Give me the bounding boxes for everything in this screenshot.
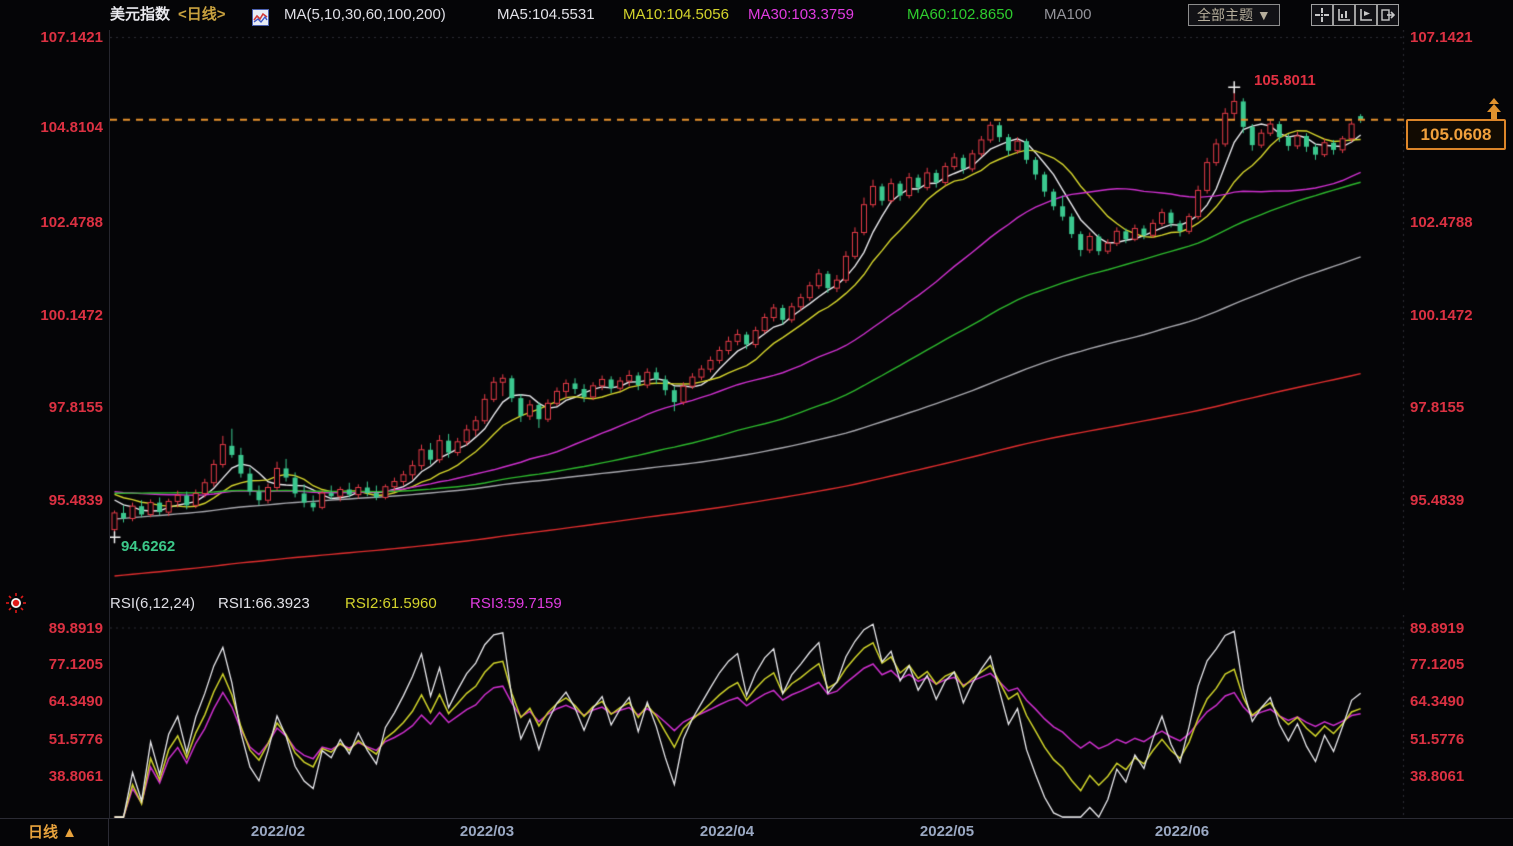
rsi-params-label: RSI(6,12,24) [110,595,196,612]
ma10-value-label: MA10:104.5056 [623,6,729,23]
chart-header: 美元指数 <日线> MA(5,10,30,60,100,200) MA5:104… [0,0,1513,30]
x-axis-month-label: 2022/06 [1154,823,1210,840]
y-axis-tick: 100.1472 [40,307,103,324]
y-axis-tick-right: 102.4788 [1410,214,1473,231]
rsi-axis-tick: 89.8919 [48,620,103,637]
time-axis-bar: 日线 ▲ 2022/02 2022/03 2022/04 2022/05 202… [0,818,1513,846]
rsi-axis-tick-right: 64.3490 [1410,693,1465,710]
rsi1-value-label: RSI1:66.3923 [218,595,310,612]
x-axis-month-label: 2022/02 [250,823,306,840]
ma5-value-label: MA5:104.5531 [497,6,595,23]
y-axis-tick: 97.8155 [48,399,103,416]
rsi-axis-tick: 51.5776 [48,731,103,748]
tab-daily-period[interactable]: 日线 ▲ [0,819,109,846]
low-price-annotation: 94.6262 [121,538,176,555]
rsi-axis-tick: 64.3490 [48,693,103,710]
rsi-axis-tick: 38.8061 [48,768,103,785]
alert-indicator-icon[interactable] [5,592,27,621]
rsi-axis-tick-right: 89.8919 [1410,620,1465,637]
x-axis-month-label: 2022/03 [459,823,515,840]
main-chart-canvas[interactable] [110,30,1405,592]
high-price-annotation: 105.8011 [1254,72,1316,89]
y-axis-tick-right: 97.8155 [1410,399,1465,416]
y-axis-tick-right: 95.4839 [1410,492,1465,509]
rsi-chart-canvas[interactable] [110,615,1405,818]
y-axis-tick: 95.4839 [48,492,103,509]
y-axis-tick-right: 100.1472 [1410,307,1473,324]
rsi-pane-header: RSI(6,12,24) RSI1:66.3923 RSI2:61.5960 R… [0,592,1513,615]
axis-scale-button[interactable] [1333,4,1355,26]
period-tag: <日线> [178,6,226,23]
export-panel-button[interactable] [1377,4,1399,26]
rsi3-value-label: RSI3:59.7159 [470,595,562,612]
ma60-value-label: MA60:102.8650 [907,6,1013,23]
rsi-axis-tick-right: 38.8061 [1410,768,1465,785]
instrument-title: 美元指数 [110,6,171,23]
rsi-axis-tick: 77.1205 [48,656,103,673]
y-axis-tick-right: 107.1421 [1410,29,1473,46]
y-axis-tick: 104.8104 [40,119,103,136]
rsi-axis-tick-right: 51.5776 [1410,731,1465,748]
crosshair-tool-button[interactable] [1311,4,1333,26]
price-up-arrow-icon [1482,98,1506,124]
ma100-value-label: MA100 [1044,6,1092,23]
ma-params-label: MA(5,10,30,60,100,200) [284,6,446,23]
y-axis-tick: 102.4788 [40,214,103,231]
ma30-value-label: MA30:103.3759 [748,6,854,23]
axis-flag-button[interactable] [1355,4,1377,26]
y-axis-tick: 107.1421 [40,29,103,46]
chart-app-window: 美元指数 <日线> MA(5,10,30,60,100,200) MA5:104… [0,0,1513,846]
rsi2-value-label: RSI2:61.5960 [345,595,437,612]
rsi-axis-tick-right: 77.1205 [1410,656,1465,673]
theme-dropdown[interactable]: 全部主题 ▼ [1188,4,1280,26]
x-axis-month-label: 2022/04 [699,823,755,840]
x-axis-month-label: 2022/05 [919,823,975,840]
